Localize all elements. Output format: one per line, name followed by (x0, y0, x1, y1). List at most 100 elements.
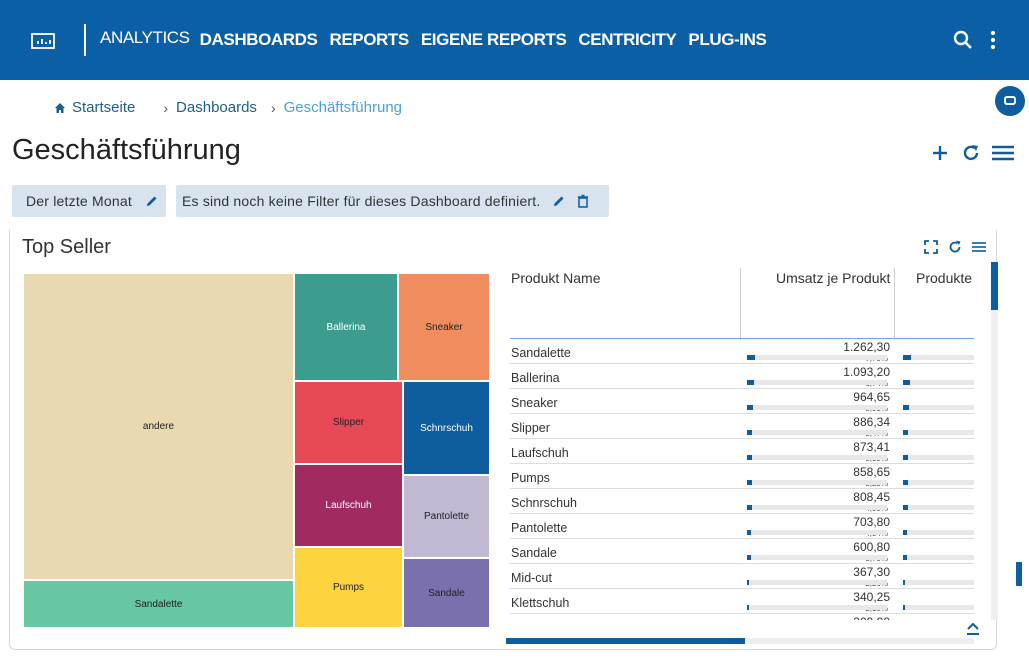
table-row[interactable]: Pantolette703,804,34% (510, 514, 974, 539)
tile-label: Sandalette (134, 598, 183, 610)
main-menu: ANALYTICS DASHBOARDS REPORTS EIGENE REPO… (100, 28, 778, 50)
treemap-tile-sandale[interactable]: Sandale (403, 558, 490, 628)
sales-value-cell: 808,45 (853, 490, 890, 504)
dashboard-filter-chip[interactable]: Es sind noch keine Filter für dieses Das… (176, 185, 609, 217)
more-vert-icon[interactable] (988, 30, 998, 50)
table-horizontal-scrollbar[interactable] (506, 638, 974, 644)
column-divider (740, 268, 741, 340)
column-header-product-name[interactable]: Produkt Name (511, 270, 600, 286)
products-share-fill (903, 555, 907, 560)
search-icon[interactable] (953, 30, 973, 50)
logo-divider (84, 24, 86, 56)
nav-plug-ins[interactable]: PLUG-INS (688, 30, 766, 50)
delete-icon[interactable] (576, 194, 590, 208)
sales-share-fill (747, 530, 752, 535)
chevron-right-icon: › (163, 99, 169, 116)
nav-eigene-reports[interactable]: EIGENE REPORTS (421, 30, 567, 50)
products-share-fill (903, 605, 906, 610)
date-range-filter[interactable]: Der letzte Monat (12, 185, 166, 217)
products-share-fill (903, 480, 909, 485)
products-share-bar (903, 405, 974, 410)
product-name-cell: Mid-cut (511, 571, 552, 585)
dashboard-logo-icon[interactable] (31, 30, 57, 52)
nav-reports[interactable]: REPORTS (329, 30, 409, 50)
sales-share-fill (747, 380, 754, 385)
sales-share-bar (747, 580, 887, 585)
treemap-tile-slipper[interactable]: Slipper (294, 381, 403, 464)
treemap-tile-schnrschuh[interactable]: Schnrschuh (403, 381, 490, 475)
sales-share-fill (747, 505, 752, 510)
table-row[interactable]: Sandale600,803,70% (510, 539, 974, 564)
widget-title: Top Seller (22, 236, 111, 258)
treemap-tile-laufschuh[interactable]: Laufschuh (294, 464, 403, 547)
scrollbar-thumb[interactable] (991, 262, 998, 310)
column-header-products[interactable]: Produkte (916, 270, 972, 286)
home-icon (55, 102, 65, 113)
products-share-bar (903, 580, 974, 585)
column-header-sales[interactable]: Umsatz je Produkt (776, 270, 890, 286)
table-row[interactable]: Schnrschuh808,454,99% (510, 489, 974, 514)
sales-share-bar (747, 430, 887, 435)
product-name-cell: Pumps (511, 471, 550, 485)
products-share-fill (903, 505, 908, 510)
chat-button[interactable] (995, 86, 1025, 116)
table-row[interactable]: Mid-cut367,302,26% (510, 564, 974, 589)
refresh-icon[interactable] (961, 143, 981, 163)
fullscreen-icon[interactable] (924, 240, 938, 254)
table-vertical-scrollbar[interactable] (991, 262, 998, 620)
products-share-bar (903, 430, 974, 435)
table-row[interactable]: Ballerina1.093,206,74% (510, 364, 974, 389)
products-share-bar (903, 380, 974, 385)
products-share-fill (903, 430, 909, 435)
product-name-cell: Ballerina (511, 371, 560, 385)
menu-icon[interactable] (972, 240, 986, 254)
treemap-tile-sandalette[interactable]: Sandalette (23, 580, 294, 628)
sales-share-bar (747, 380, 887, 385)
nav-centricity[interactable]: CENTRICITY (578, 30, 676, 50)
add-icon[interactable] (930, 143, 950, 163)
treemap-tile-sneaker[interactable]: Sneaker (398, 273, 490, 381)
table-row[interactable]: Pumps858,655,29% (510, 464, 974, 489)
sales-share-fill (747, 405, 753, 410)
sales-share-bar (747, 505, 887, 510)
sales-value-cell: 964,65 (853, 390, 890, 404)
treemap-tile-andere[interactable]: andere (23, 273, 294, 580)
table-row[interactable]: Klettschuh340,252,10% (510, 589, 974, 614)
page-scrollbar-thumb[interactable] (1016, 562, 1022, 586)
sales-share-fill (747, 430, 753, 435)
breadcrumb-home-label: Startseite (72, 99, 136, 116)
products-share-fill (903, 405, 909, 410)
breadcrumb: Startseite › Dashboards › Geschäftsführu… (54, 99, 402, 116)
chevron-right-icon: › (270, 99, 276, 116)
edit-icon[interactable] (552, 194, 566, 208)
table-row[interactable]: 309,90 (510, 614, 974, 620)
treemap-tile-pumps[interactable]: Pumps (294, 547, 403, 628)
table-row[interactable]: Laufschuh873,415,39% (510, 439, 974, 464)
products-share-bar (903, 505, 974, 510)
treemap-chart: andere Sandalette Ballerina Sneaker Slip… (23, 273, 490, 628)
treemap-tile-ballerina[interactable]: Ballerina (294, 273, 398, 381)
table-row[interactable]: Sneaker964,655,95% (510, 389, 974, 414)
scroll-up-icon[interactable] (965, 620, 981, 636)
sales-value-cell: 858,65 (853, 465, 890, 479)
sales-share-bar (747, 355, 887, 360)
sales-share-fill (747, 480, 753, 485)
breadcrumb-home[interactable]: Startseite (54, 99, 135, 116)
top-navigation-bar: ANALYTICS DASHBOARDS REPORTS EIGENE REPO… (0, 0, 1029, 80)
column-divider (894, 268, 895, 340)
menu-icon[interactable] (992, 143, 1014, 163)
date-range-label: Der letzte Monat (26, 193, 132, 209)
tile-label: Slipper (332, 417, 365, 428)
sales-value-cell: 1.093,20 (843, 365, 890, 379)
treemap-tile-pantolette[interactable]: Pantolette (403, 475, 490, 558)
dashboard-actions (930, 143, 1014, 163)
nav-dashboards[interactable]: DASHBOARDS (200, 30, 318, 50)
refresh-icon[interactable] (948, 240, 962, 254)
table-row[interactable]: Sandalette1.262,307,78% (510, 339, 974, 364)
table-row[interactable]: Slipper886,345,47% (510, 414, 974, 439)
breadcrumb-dashboards[interactable]: Dashboards (176, 99, 257, 116)
edit-icon[interactable] (145, 194, 159, 208)
scrollbar-thumb[interactable] (506, 638, 745, 644)
nav-analytics[interactable]: ANALYTICS (100, 28, 190, 48)
products-share-fill (903, 380, 910, 385)
